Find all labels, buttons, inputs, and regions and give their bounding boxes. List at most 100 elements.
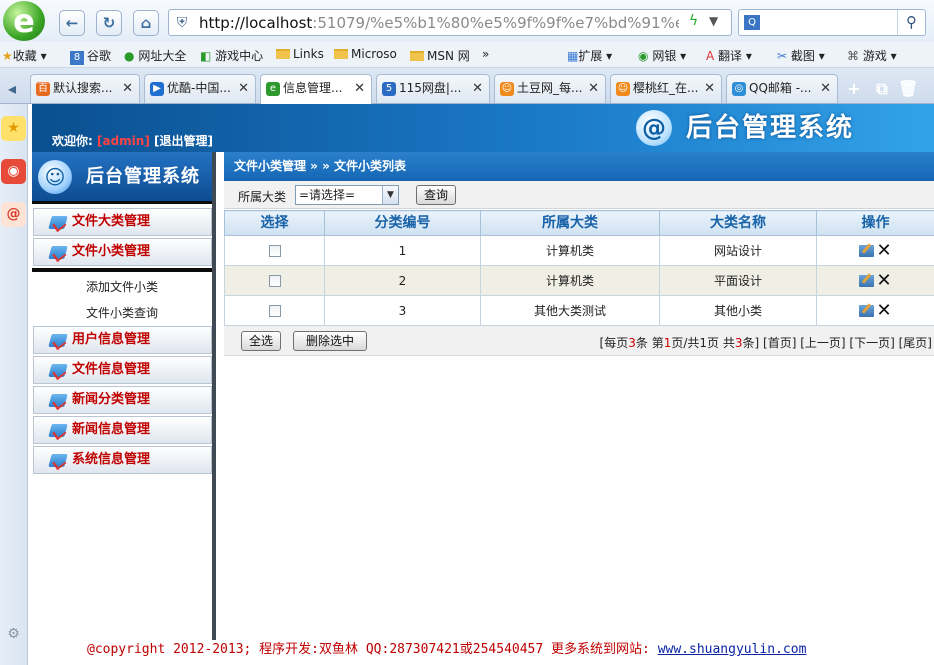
address-path: :51079/%e5%b1%80%e5%9f%9f%e7%bd%91%e6%: [312, 14, 679, 32]
tab-close-icon[interactable]: ✕: [238, 75, 249, 102]
tab-label: QQ邮箱 -...: [749, 81, 812, 95]
menu-file-subcategory[interactable]: 文件小类管理: [33, 238, 212, 266]
menu-system-info[interactable]: 系统信息管理: [33, 446, 212, 474]
chevron-down-icon[interactable]: ▼: [709, 14, 718, 28]
toolbar-screenshot[interactable]: ✂ 截图 ▾: [777, 47, 825, 64]
new-tab-button[interactable]: +: [844, 79, 864, 99]
browser-logo-icon[interactable]: e: [3, 1, 45, 41]
trash-icon[interactable]: 🗑: [898, 79, 918, 99]
menu-news-category[interactable]: 新闻分类管理: [33, 386, 212, 414]
address-url[interactable]: http://localhost:51079/%e5%b1%80%e5%9f%9…: [199, 13, 679, 33]
select-all-button[interactable]: 全选: [241, 331, 281, 351]
tab-label: 土豆网_每...: [517, 81, 583, 95]
toolbar-extensions[interactable]: ▦扩展 ▾: [567, 47, 612, 64]
search-icon[interactable]: ⚲: [897, 10, 925, 35]
chevron-down-icon[interactable]: ▼: [382, 186, 398, 204]
id-cell: 2: [324, 265, 481, 296]
search-box[interactable]: Q ⚲: [738, 9, 926, 36]
actions-cell: ✕: [816, 235, 934, 266]
toolbar-label: 翻译: [718, 49, 743, 63]
bolt-icon[interactable]: ϟ: [689, 13, 698, 29]
tab-label: 优酷-中国...: [167, 81, 231, 95]
refresh-button[interactable]: ↻: [96, 10, 122, 36]
delete-icon[interactable]: ✕: [876, 241, 891, 260]
search-engine-icon[interactable]: Q: [744, 15, 760, 30]
tab-5[interactable]: ☺ 土豆网_每... ✕: [494, 74, 606, 103]
shield-icon: ⛨: [176, 15, 188, 31]
menu-arrow-icon: [48, 246, 68, 259]
tab-close-icon[interactable]: ✕: [354, 75, 365, 102]
menu-label: 系统信息管理: [72, 452, 151, 467]
delete-icon[interactable]: ✕: [876, 271, 891, 290]
translate-icon: A: [706, 49, 715, 63]
tab-close-icon[interactable]: ✕: [472, 75, 483, 102]
toolbar-label: 截图: [790, 49, 815, 63]
sidebar-toggle-icon[interactable]: ◂: [2, 79, 22, 99]
menu-file-info[interactable]: 文件信息管理: [33, 356, 212, 384]
weibo-icon[interactable]: ◉: [1, 159, 26, 184]
prev-page-link[interactable]: [上一页]: [800, 336, 845, 350]
toolbar-translate[interactable]: A 翻译 ▾: [706, 47, 752, 64]
page-icon: ◧: [200, 49, 212, 63]
tab-3[interactable]: e 信息管理... ✕: [260, 74, 372, 104]
first-page-link[interactable]: [首页]: [763, 336, 796, 350]
settings-gear-icon[interactable]: ⚙: [1, 622, 26, 647]
back-button[interactable]: ←: [59, 10, 85, 36]
tab-close-icon[interactable]: ✕: [820, 75, 831, 102]
bookmark-microsoft[interactable]: Microso: [334, 47, 397, 61]
footer-site-link[interactable]: www.shuangyulin.com: [658, 642, 807, 657]
name-cell: 平面设计: [659, 265, 817, 296]
next-page-link[interactable]: [下一页]: [849, 336, 894, 350]
menu-file-category[interactable]: 文件大类管理: [33, 208, 212, 236]
edit-icon[interactable]: [859, 304, 875, 317]
id-cell: 1: [324, 235, 481, 266]
toolbar-games[interactable]: ⌘ 游戏 ▾: [847, 47, 897, 64]
logout-link[interactable]: [退出管理]: [154, 134, 213, 148]
left-menu: ☺ 后台管理系统 文件大类管理 文件小类管理 添加文件小类 文件小类查询 用户信…: [32, 152, 216, 642]
parent-cell: 其他大类测试: [480, 295, 660, 326]
last-page-link[interactable]: [尾页]: [899, 336, 932, 350]
menu-query-subcategory[interactable]: 文件小类查询: [32, 300, 212, 326]
menu-user-info[interactable]: 用户信息管理: [33, 326, 212, 354]
menu-arrow-icon: [48, 364, 68, 377]
tab-4[interactable]: 5 115网盘|... ✕: [376, 74, 490, 103]
name-cell: 其他小类: [659, 295, 817, 326]
bookmark-google[interactable]: 8 谷歌: [70, 47, 111, 65]
home-button[interactable]: ⌂: [133, 10, 159, 36]
mail-icon[interactable]: @: [1, 202, 26, 227]
bookmark-games[interactable]: ◧ 游戏中心: [200, 47, 263, 64]
query-button[interactable]: 查询: [416, 185, 456, 205]
row-checkbox[interactable]: [268, 245, 281, 257]
filter-label: 所属大类: [238, 190, 287, 204]
restore-tab-icon[interactable]: ⧉: [872, 79, 892, 99]
tab-1[interactable]: 百默认搜索... ✕: [30, 74, 140, 103]
bookmark-msn[interactable]: MSN 网: [410, 47, 470, 64]
bookmarks-more-button[interactable]: »: [482, 47, 489, 61]
edit-icon[interactable]: [859, 274, 875, 287]
tab-favicon-icon: ☺: [616, 82, 630, 96]
edit-icon[interactable]: [859, 244, 875, 257]
menu-divider: [32, 268, 212, 272]
row-checkbox[interactable]: [268, 275, 281, 287]
col-parent: 所属大类: [480, 210, 660, 236]
tab-7[interactable]: ◎ QQ邮箱 -... ✕: [726, 74, 838, 103]
tab-6[interactable]: ☺ 樱桃红_在... ✕: [610, 74, 722, 103]
bookmark-favorites[interactable]: ★收藏 ▾: [2, 47, 47, 64]
favorites-star-icon[interactable]: ★: [1, 116, 26, 141]
menu-news-info[interactable]: 新闻信息管理: [33, 416, 212, 444]
delete-selected-button[interactable]: 删除选中: [293, 331, 367, 351]
menu-add-subcategory[interactable]: 添加文件小类: [32, 274, 212, 300]
category-select-value: =请选择=: [299, 188, 356, 202]
pager-text: 条 第: [635, 336, 664, 350]
delete-icon[interactable]: ✕: [876, 301, 891, 320]
category-select[interactable]: =请选择= ▼: [295, 185, 399, 205]
tab-close-icon[interactable]: ✕: [122, 75, 133, 102]
bookmark-daquan[interactable]: ● 网址大全: [124, 47, 186, 64]
toolbar-bank[interactable]: ◉ 网银 ▾: [638, 47, 686, 64]
row-checkbox[interactable]: [268, 305, 281, 317]
tab-close-icon[interactable]: ✕: [588, 75, 599, 102]
address-bar[interactable]: ⛨ http://localhost:51079/%e5%b1%80%e5%9f…: [168, 9, 732, 36]
bookmark-links[interactable]: Links: [276, 47, 324, 61]
tab-close-icon[interactable]: ✕: [704, 75, 715, 102]
tab-2[interactable]: ▶ 优酷-中国... ✕: [144, 74, 256, 103]
